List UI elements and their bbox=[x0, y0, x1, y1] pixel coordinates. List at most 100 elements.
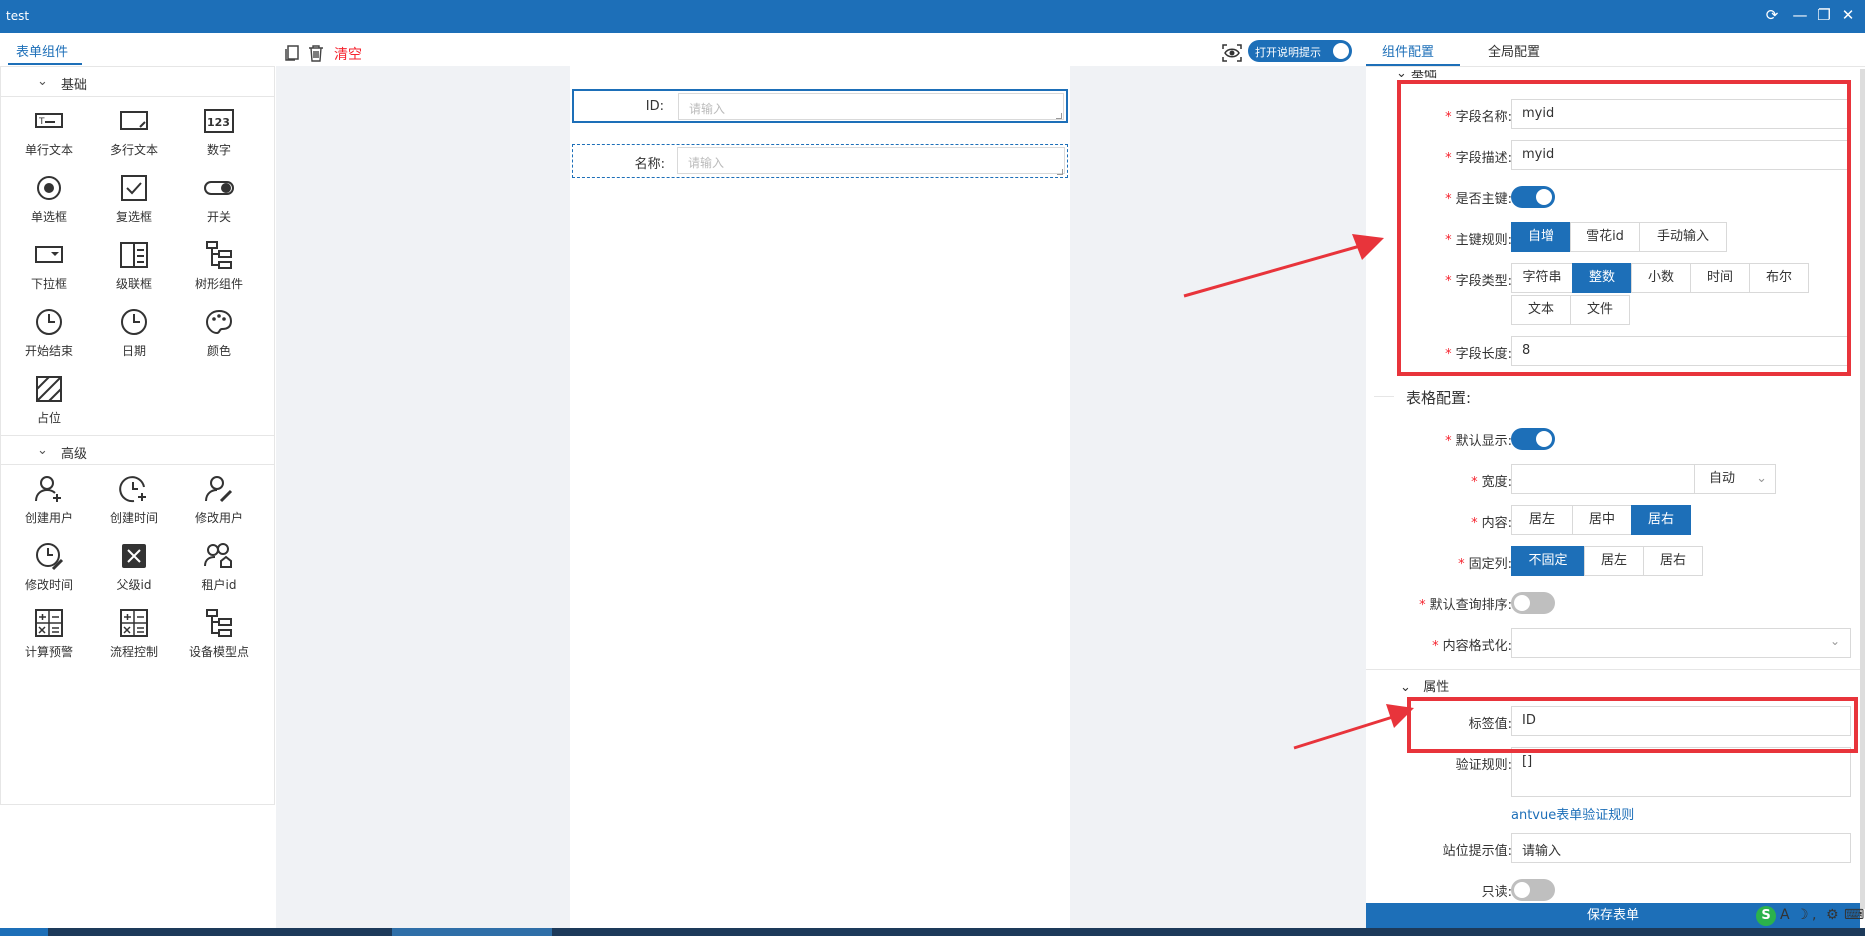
comp-label: 父级id bbox=[116, 578, 152, 592]
canvas-field-id[interactable]: ID: 请输入 bbox=[572, 89, 1068, 123]
align-left[interactable]: 居左 bbox=[1511, 505, 1573, 535]
comp-flow-control[interactable]: 流程控制 bbox=[94, 601, 174, 663]
attr-section-header[interactable]: ⌄ 属性 bbox=[1400, 676, 1449, 695]
comp-calc-alert[interactable]: 计算预警 bbox=[9, 601, 89, 663]
default-sort-switch[interactable] bbox=[1511, 592, 1555, 614]
validation-textarea[interactable]: [] bbox=[1511, 747, 1851, 797]
font-icon[interactable]: A bbox=[1780, 907, 1790, 923]
annotation-arrow-top bbox=[1183, 234, 1384, 298]
clock-icon bbox=[36, 309, 62, 335]
comp-device-model-point[interactable]: 设备模型点 bbox=[179, 601, 259, 663]
comp-label: 设备模型点 bbox=[188, 645, 249, 659]
comp-switch[interactable]: 开关 bbox=[179, 166, 259, 228]
comp-checkbox[interactable]: 复选框 bbox=[94, 166, 174, 228]
canvas-field-name[interactable]: 名称: 请输入 bbox=[572, 144, 1068, 178]
comp-label: 下拉框 bbox=[30, 277, 67, 291]
help-toggle-label: 打开说明提示 bbox=[1255, 46, 1321, 59]
align-right[interactable]: 居右 bbox=[1631, 505, 1691, 535]
restore-icon[interactable]: ❐ bbox=[1815, 6, 1833, 24]
keyboard-icon[interactable]: ⌨ bbox=[1844, 907, 1864, 923]
comp-cascader[interactable]: 级联框 bbox=[94, 233, 174, 295]
clear-button[interactable]: 清空 bbox=[334, 44, 362, 64]
copy-icon[interactable] bbox=[283, 44, 301, 62]
tree-icon bbox=[206, 609, 232, 637]
tab-form-components[interactable]: 表单组件 bbox=[16, 41, 68, 60]
placeholder-input[interactable]: 请输入 bbox=[1511, 833, 1851, 863]
default-show-switch[interactable] bbox=[1511, 428, 1555, 450]
system-tray: S A ☽ , ⚙ ⌨ bbox=[1756, 906, 1865, 928]
table-config-label: 表格配置: bbox=[1406, 389, 1472, 407]
user-add-icon bbox=[35, 476, 61, 502]
trash-icon[interactable] bbox=[307, 44, 325, 62]
advanced-components-grid: 创建用户 创建时间 修改用户 修改时间 父级id 租户id 计算预警 流程控制 bbox=[0, 465, 275, 805]
comp-label: 创建用户 bbox=[24, 511, 73, 525]
width-input[interactable] bbox=[1511, 464, 1695, 494]
config-scrollbar[interactable] bbox=[1860, 69, 1865, 909]
comp-label: 单选框 bbox=[30, 210, 67, 224]
comp-select[interactable]: 下拉框 bbox=[9, 233, 89, 295]
comma-icon[interactable]: , bbox=[1812, 907, 1816, 923]
width-unit-select[interactable]: 自动 ⌄ bbox=[1694, 464, 1776, 494]
comp-multi-text[interactable]: 多行文本 bbox=[94, 99, 174, 161]
hatch-icon bbox=[36, 376, 62, 402]
settings-icon[interactable]: ⚙ bbox=[1826, 907, 1839, 923]
annotation-box-basic bbox=[1397, 80, 1851, 376]
field-label: 名称: bbox=[634, 157, 665, 172]
tab-global-config[interactable]: 全局配置 bbox=[1488, 41, 1540, 60]
group-basic-header[interactable]: ⌄ 基础 bbox=[0, 67, 275, 97]
parent-id-icon bbox=[122, 544, 146, 568]
user-edit-icon bbox=[205, 476, 233, 503]
close-icon[interactable]: ✕ bbox=[1839, 6, 1857, 24]
row-content-align: * 内容: 居左 居中 居右 bbox=[1366, 505, 1865, 535]
comp-create-user[interactable]: 创建用户 bbox=[9, 467, 89, 529]
annotation-box-tag bbox=[1407, 697, 1858, 753]
validation-rules-link[interactable]: antvue表单验证规则 bbox=[1511, 804, 1634, 823]
resize-grip[interactable] bbox=[1056, 113, 1062, 119]
fixed-none[interactable]: 不固定 bbox=[1511, 546, 1585, 576]
comp-tree[interactable]: 树形组件 bbox=[179, 233, 259, 295]
fixed-right[interactable]: 居右 bbox=[1643, 546, 1703, 576]
readonly-switch[interactable] bbox=[1511, 879, 1555, 901]
config-tabs: 组件配置 全局配置 bbox=[1366, 33, 1865, 67]
comp-label: 级联框 bbox=[115, 277, 152, 291]
field-input[interactable]: 请输入 bbox=[678, 93, 1064, 120]
row-fixed-col: * 固定列: 不固定 居左 居右 bbox=[1366, 546, 1865, 576]
comp-parent-id[interactable]: 父级id bbox=[94, 534, 174, 596]
field-input[interactable]: 请输入 bbox=[677, 147, 1065, 174]
multi-text-icon bbox=[120, 111, 148, 130]
comp-number[interactable]: 123 数字 bbox=[179, 99, 259, 161]
comp-create-time[interactable]: 创建时间 bbox=[94, 467, 174, 529]
input-method-icon[interactable]: S bbox=[1756, 906, 1776, 926]
minimize-icon[interactable]: — bbox=[1791, 6, 1809, 24]
comp-radio[interactable]: 单选框 bbox=[9, 166, 89, 228]
moon-icon[interactable]: ☽ bbox=[1796, 907, 1809, 923]
svg-text:123: 123 bbox=[207, 116, 230, 129]
comp-label: 数字 bbox=[206, 143, 231, 157]
taskbar bbox=[0, 928, 1865, 936]
tab-component-config[interactable]: 组件配置 bbox=[1382, 41, 1434, 60]
group-advanced-header[interactable]: ⌄ 高级 bbox=[0, 435, 275, 465]
resize-grip[interactable] bbox=[1057, 169, 1063, 175]
radio-icon bbox=[37, 176, 61, 200]
comp-start-end[interactable]: 开始结束 bbox=[9, 300, 89, 362]
comp-modify-time[interactable]: 修改时间 bbox=[9, 534, 89, 596]
switch-icon bbox=[204, 181, 234, 195]
fixed-left[interactable]: 居左 bbox=[1584, 546, 1644, 576]
help-toggle[interactable]: 打开说明提示 bbox=[1248, 40, 1352, 62]
comp-label: 修改用户 bbox=[194, 511, 243, 525]
align-center[interactable]: 居中 bbox=[1572, 505, 1632, 535]
eye-icon[interactable] bbox=[1222, 44, 1242, 62]
content-format-select[interactable]: ⌄ bbox=[1511, 628, 1851, 658]
chevron-down-icon: ⌄ bbox=[37, 443, 48, 458]
refresh-icon[interactable]: ⟳ bbox=[1763, 6, 1781, 24]
basic-components-grid: T 单行文本 多行文本 123 数字 单选框 复选框 开关 下拉框 级联框 树形… bbox=[0, 97, 275, 425]
row-readonly: 只读: bbox=[1366, 874, 1865, 904]
comp-placeholder[interactable]: 占位 bbox=[9, 367, 89, 429]
component-palette: 表单组件 ⌄ 基础 T 单行文本 多行文本 123 数字 单选框 复选框 开关 bbox=[0, 33, 275, 813]
comp-label: 颜色 bbox=[206, 344, 231, 358]
comp-single-text[interactable]: T 单行文本 bbox=[9, 99, 89, 161]
comp-color[interactable]: 颜色 bbox=[179, 300, 259, 362]
comp-modify-user[interactable]: 修改用户 bbox=[179, 467, 259, 529]
comp-tenant-id[interactable]: 租户id bbox=[179, 534, 259, 596]
comp-date[interactable]: 日期 bbox=[94, 300, 174, 362]
